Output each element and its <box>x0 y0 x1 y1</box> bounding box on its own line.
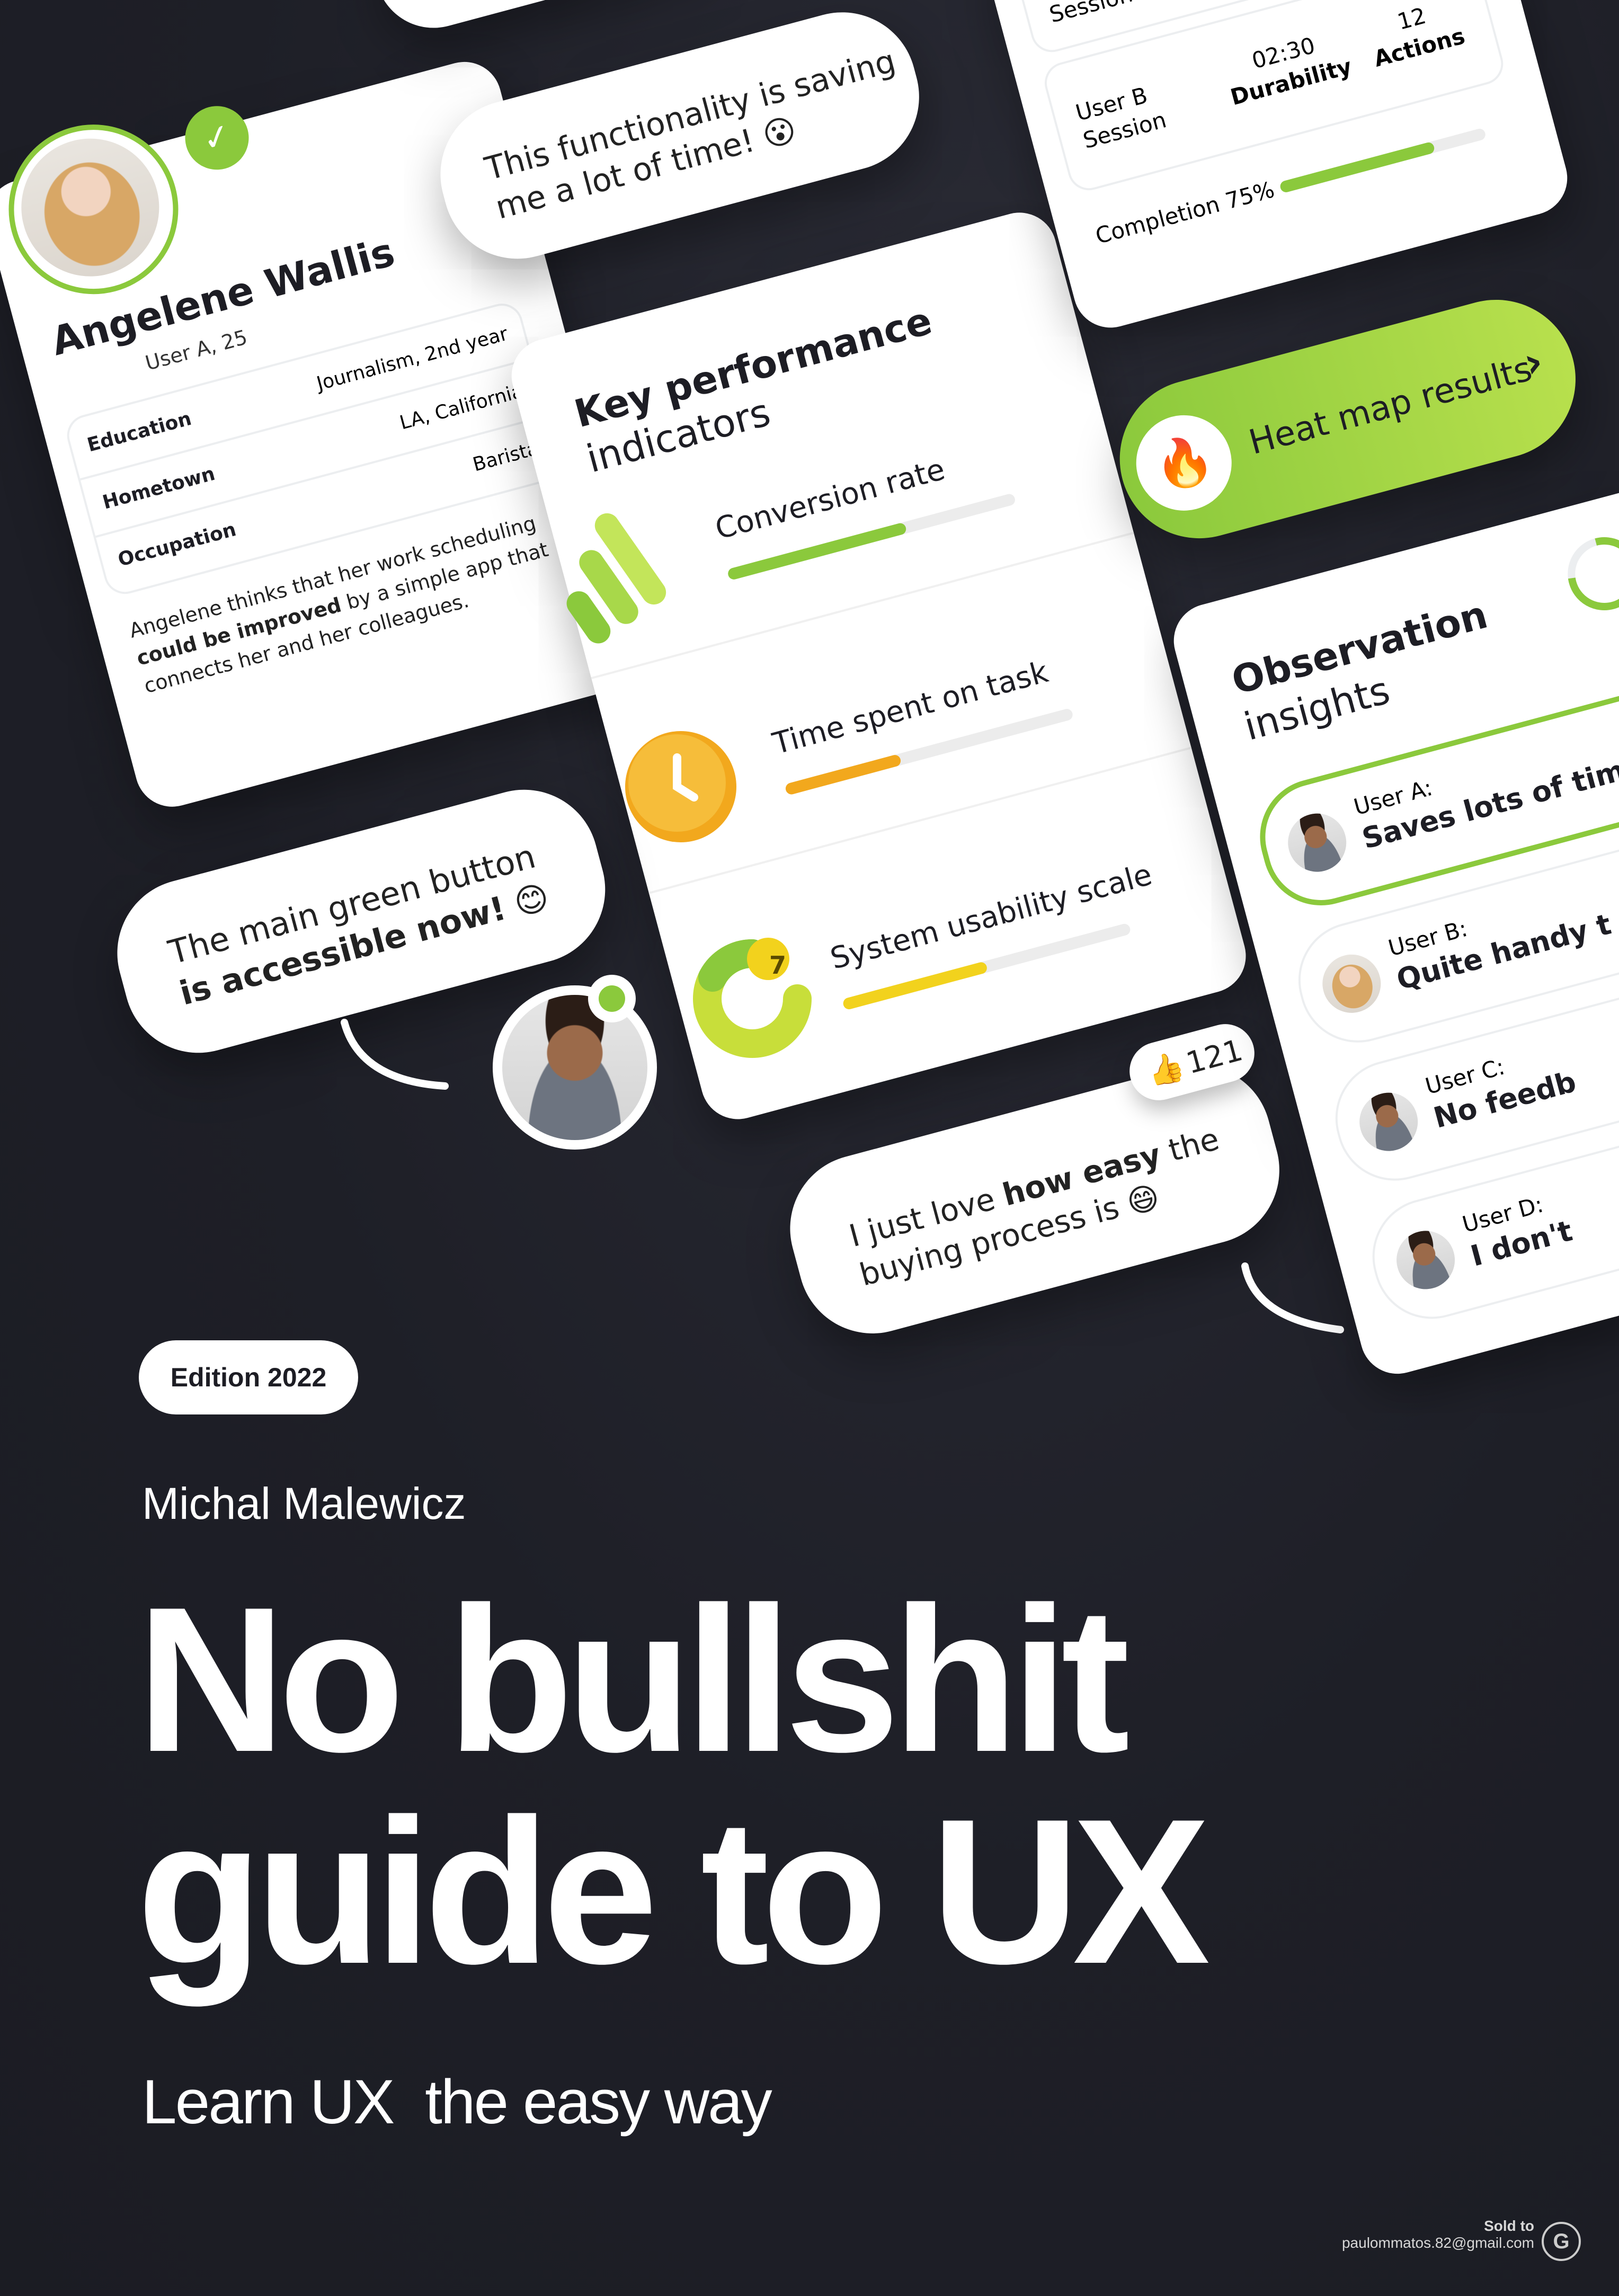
detail-key: Occupation <box>115 519 239 571</box>
fire-icon: 🔥 <box>1125 404 1242 522</box>
gauge-3d-icon <box>693 938 812 1058</box>
avatar-user-a <box>1281 807 1353 878</box>
sold-to-label: Sold to <box>1484 2218 1534 2234</box>
avatar-user-d <box>1390 1224 1462 1296</box>
title-line: guide to UX <box>137 1776 1211 2007</box>
bar-chart-3d-icon <box>566 513 666 644</box>
avatar-user-c <box>1353 1086 1425 1158</box>
partial-bubble-top <box>362 0 751 41</box>
book-cover: ✓ Angelene Wallis User A, 25 Education J… <box>0 0 1619 2296</box>
edition-badge: Edition 2022 <box>139 1340 358 1414</box>
speech-tail-icon <box>341 1019 449 1090</box>
online-dot-fill <box>599 985 625 1012</box>
store-logo-icon: G <box>1542 2222 1581 2261</box>
likes-count: 121 <box>1182 1033 1247 1081</box>
heat-map-label: Heat map results <box>1244 349 1536 463</box>
buyer-email: paulommatos.82@gmail.com <box>1341 2235 1534 2251</box>
metric-label: Time spent on task <box>769 655 1052 762</box>
completion-label: Completion 75% <box>1092 176 1277 250</box>
completion-bar <box>1279 127 1487 194</box>
avatar-user-b <box>1315 948 1387 1020</box>
metric-bar-fill <box>784 753 902 796</box>
kpi-badge-number: 7 <box>769 951 786 980</box>
sold-to-stamp: Sold to paulommatos.82@gmail.com <box>1342 2218 1534 2251</box>
title-line: No bullshit <box>137 1564 1130 1795</box>
detail-key: Education <box>85 407 194 457</box>
session-card: Session User B Session 02:30 Durability … <box>980 0 1576 336</box>
metric-label: Conversion rate <box>711 452 949 547</box>
book-tagline: Learn UX the easy way <box>142 2067 772 2137</box>
quote-emoji: 😊 <box>510 877 553 923</box>
session-label: Session <box>1046 0 1135 28</box>
ui-collage: ✓ Angelene Wallis User A, 25 Education J… <box>0 0 1619 1430</box>
completion-bar-fill <box>1279 141 1436 194</box>
thumbs-up-icon: 👍 <box>1143 1048 1188 1091</box>
heat-map-results-button[interactable]: 🔥 Heat map results › <box>1102 282 1594 556</box>
detail-key: Hometown <box>100 462 218 514</box>
verified-check-icon: ✓ <box>178 99 256 177</box>
book-title: No bullshit guide to UX <box>137 1564 1211 2007</box>
quote-bubble-buying-process: I just love how easy the buying process … <box>773 1048 1296 1350</box>
quote-bubble-saving-time: This functionality is saving me a lot of… <box>424 0 936 275</box>
progress-ring-icon <box>1568 537 1619 610</box>
metric-label: System usability scale <box>826 857 1156 976</box>
author-name: Michal Malewicz <box>142 1479 466 1528</box>
clock-3d-icon <box>625 731 736 842</box>
